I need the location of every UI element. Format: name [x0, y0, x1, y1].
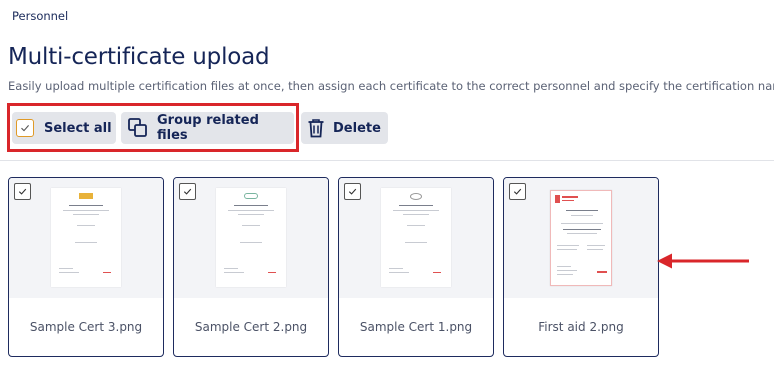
file-checkbox[interactable] — [179, 183, 196, 200]
delete-label: Delete — [333, 120, 381, 136]
file-thumbnail — [9, 178, 163, 298]
page-subtitle: Easily upload multiple certification fil… — [8, 79, 774, 93]
file-card[interactable]: Sample Cert 2.png — [173, 177, 329, 357]
divider — [0, 160, 774, 161]
file-thumbnail — [174, 178, 328, 298]
file-card[interactable]: First aid 2.png — [503, 177, 659, 357]
select-all-label: Select all — [44, 120, 112, 136]
certificate-preview — [51, 188, 121, 287]
breadcrumb[interactable]: Personnel — [12, 9, 68, 23]
file-name: Sample Cert 3.png — [29, 320, 143, 334]
certificate-preview — [550, 190, 612, 286]
select-all-button[interactable]: Select all — [12, 112, 116, 144]
file-name: Sample Cert 1.png — [359, 320, 473, 334]
file-thumbnail — [504, 178, 658, 298]
certificate-preview — [216, 188, 286, 287]
file-name: Sample Cert 2.png — [194, 320, 308, 334]
page-title: Multi-certificate upload — [8, 44, 270, 70]
group-related-files-label: Group related files — [157, 113, 259, 143]
copy-stack-icon — [127, 117, 149, 139]
file-checkbox[interactable] — [344, 183, 361, 200]
delete-button[interactable]: Delete — [301, 112, 388, 144]
file-name: First aid 2.png — [538, 320, 624, 334]
certificate-preview — [381, 188, 451, 287]
checkbox-checked-icon — [16, 119, 34, 137]
trash-icon — [307, 118, 325, 138]
file-card[interactable]: Sample Cert 1.png — [338, 177, 494, 357]
file-checkbox[interactable] — [509, 183, 526, 200]
arrow-left-icon — [657, 253, 749, 269]
file-checkbox[interactable] — [14, 183, 31, 200]
file-card[interactable]: Sample Cert 3.png — [8, 177, 164, 357]
file-thumbnail — [339, 178, 493, 298]
group-related-files-button[interactable]: Group related files — [121, 112, 294, 144]
